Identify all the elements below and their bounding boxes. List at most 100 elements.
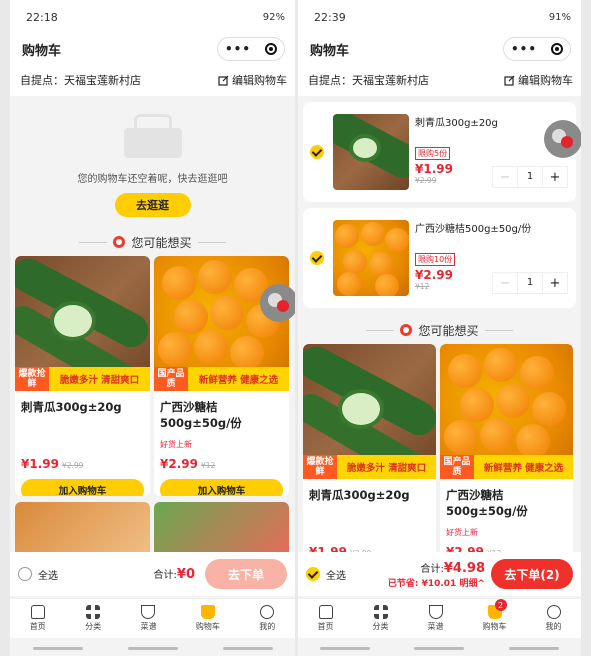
page-title: 购物车	[310, 43, 350, 59]
empty-cart: 您的购物车还空着呢，快去逛逛吧 去逛逛	[10, 96, 295, 228]
product-image: 国产品质 新鲜营养 健康之选	[440, 344, 573, 479]
browse-button[interactable]: 去逛逛	[114, 193, 191, 217]
item-image[interactable]	[333, 114, 409, 190]
more-icon[interactable]: •••	[225, 42, 251, 56]
product-grid: 爆款抢鲜 脆嫩多汁 清甜爽口 刺青瓜300g±20g ¥1.99 ¥2.99 加入购…	[10, 256, 295, 496]
mini-program-capsule: •••	[217, 37, 285, 61]
bowl-icon	[141, 605, 156, 619]
may-like-label: 您可能想买	[418, 323, 479, 338]
product-name: 刺青瓜300g±20g	[21, 400, 122, 414]
promo-badge: 爆款抢鲜 脆嫩多汁 清甜爽口	[303, 455, 436, 479]
tab-category[interactable]: 分类	[373, 605, 389, 632]
checkout-button[interactable]: 去下单	[205, 559, 287, 589]
more-icon[interactable]: •••	[511, 42, 537, 56]
item-image[interactable]	[333, 220, 409, 296]
product-image: 爆款抢鲜 脆嫩多汁 清甜爽口	[303, 344, 436, 479]
tab-home[interactable]: 首页	[30, 605, 46, 632]
edit-cart-button[interactable]: 编辑购物车	[504, 72, 573, 88]
tab-profile[interactable]: 我的	[546, 605, 562, 632]
product-card[interactable]: 爆款抢鲜脆嫩多汁 清甜爽口 刺青瓜300g±20g ¥1.99¥2.99	[303, 344, 436, 584]
tab-recipes[interactable]: 菜谱	[140, 605, 156, 632]
increase-button[interactable]: +	[543, 170, 567, 185]
select-all[interactable]: 全选	[18, 567, 58, 582]
product-image: 国产品质 新鲜营养 健康之选	[154, 256, 289, 391]
empty-message: 您的购物车还空着呢，快去逛逛吧	[77, 174, 228, 185]
battery-level: 92%	[262, 11, 285, 23]
user-icon	[546, 605, 561, 619]
checkout-bar: 全选 合计:¥0 去下单	[10, 552, 295, 596]
status-bar: 22:39 91%	[298, 0, 581, 34]
pickup-store[interactable]: 自提点：天福宝莲新村店	[308, 72, 429, 88]
select-all-radio[interactable]	[18, 567, 32, 581]
close-target-icon[interactable]	[550, 43, 563, 55]
select-all[interactable]: 全选	[306, 567, 346, 582]
pickup-bar: 自提点：天福宝莲新村店 编辑购物车	[10, 64, 295, 96]
cart-total: 合计:¥0	[153, 567, 195, 582]
bottom-tab-bar: 首页 分类 菜谱 购物车 我的	[10, 598, 295, 638]
product-card[interactable]: 国产品质新鲜营养 健康之选 广西沙糖桔500g±50g/份 好货上新 ¥2.99…	[440, 344, 573, 584]
product-tag	[15, 439, 150, 453]
gesture-bar	[298, 647, 581, 650]
promo-badge: 国产品质 新鲜营养 健康之选	[440, 455, 573, 479]
floating-share-button[interactable]	[260, 284, 295, 322]
tab-cart[interactable]: 2 购物车	[483, 599, 507, 632]
tab-category[interactable]: 分类	[85, 605, 101, 632]
item-checkbox[interactable]	[310, 145, 324, 159]
cart-count-badge: 2	[494, 599, 507, 611]
pickup-store[interactable]: 自提点：天福宝莲新村店	[20, 72, 141, 88]
may-like-header: 您可能想买	[298, 316, 581, 344]
add-to-cart-button[interactable]: 加入购物车	[160, 479, 283, 496]
edit-icon	[504, 75, 515, 86]
add-to-cart-button[interactable]: 加入购物车	[21, 479, 144, 496]
checkout-bar: 全选 合计:¥4.98 已节省: ¥10.01 明细^ 去下单(2)	[298, 552, 581, 596]
cart-item: 刺青瓜300g±20g 限购5份 ¥1.99 ¥2.99 − 1 +	[303, 102, 576, 202]
mini-program-capsule: •••	[503, 37, 571, 61]
edit-cart-button[interactable]: 编辑购物车	[218, 72, 287, 88]
product-price: ¥1.99¥2.99	[21, 457, 84, 471]
quantity-stepper: − 1 +	[492, 166, 568, 188]
quantity-value[interactable]: 1	[517, 273, 543, 293]
tab-cart[interactable]: 购物车	[196, 605, 220, 632]
edit-icon	[218, 75, 229, 86]
product-tag: 好货上新	[160, 440, 192, 449]
grid-icon	[86, 605, 101, 619]
increase-button[interactable]: +	[543, 276, 567, 291]
decrease-button[interactable]: −	[493, 170, 517, 185]
quantity-stepper: − 1 +	[492, 272, 568, 294]
savings-detail[interactable]: 已节省: ¥10.01 明细^	[388, 579, 485, 589]
may-like-label: 您可能想买	[131, 235, 192, 250]
close-target-icon[interactable]	[264, 43, 277, 55]
status-time: 22:18	[26, 10, 58, 24]
cart-screen-filled: 22:39 91% 购物车 ••• 自提点：天福宝莲新村店 编辑购物车 刺青瓜3…	[298, 0, 581, 656]
home-icon	[30, 605, 45, 619]
bowl-icon	[428, 605, 443, 619]
pickup-bar: 自提点：天福宝莲新村店 编辑购物车	[298, 64, 581, 96]
edit-cart-label: 编辑购物车	[518, 74, 573, 87]
product-name: 广西沙糖桔500g±50g/份	[160, 400, 242, 430]
tab-profile[interactable]: 我的	[259, 605, 275, 632]
battery-level: 91%	[548, 11, 571, 23]
item-name[interactable]: 广西沙糖桔500g±50g/份	[415, 220, 570, 235]
tab-home[interactable]: 首页	[318, 605, 334, 632]
product-grid: 爆款抢鲜脆嫩多汁 清甜爽口 刺青瓜300g±20g ¥1.99¥2.99 国产品…	[298, 344, 581, 584]
product-image: 爆款抢鲜 脆嫩多汁 清甜爽口	[15, 256, 150, 391]
bottom-tab-bar: 首页 分类 菜谱 2 购物车 我的	[298, 598, 581, 638]
cart-total: 合计:¥4.98 已节省: ¥10.01 明细^	[387, 560, 485, 589]
cart-screen-empty: 22:18 92% 购物车 ••• 自提点：天福宝莲新村店 编辑购物车 您的购物…	[10, 0, 295, 656]
tab-recipes[interactable]: 菜谱	[428, 605, 444, 632]
cart-item: 广西沙糖桔500g±50g/份 限购10份 ¥2.99 ¥12 − 1 +	[303, 208, 576, 308]
select-all-radio[interactable]	[306, 567, 320, 581]
nav-bar: 购物车 •••	[298, 34, 581, 64]
heart-icon	[400, 324, 413, 336]
decrease-button[interactable]: −	[493, 276, 517, 291]
product-name: 广西沙糖桔500g±50g/份	[446, 488, 528, 518]
heart-icon	[113, 236, 126, 248]
item-checkbox[interactable]	[310, 251, 324, 265]
checkout-button[interactable]: 去下单(2)	[491, 559, 573, 589]
cart-icon	[200, 605, 215, 619]
promo-badge: 爆款抢鲜 脆嫩多汁 清甜爽口	[15, 367, 150, 391]
promo-badge: 国产品质 新鲜营养 健康之选	[154, 367, 289, 391]
product-card[interactable]: 爆款抢鲜 脆嫩多汁 清甜爽口 刺青瓜300g±20g ¥1.99 ¥2.99 加入购…	[15, 256, 150, 496]
floating-share-button[interactable]	[544, 120, 581, 158]
quantity-value[interactable]: 1	[517, 167, 543, 187]
